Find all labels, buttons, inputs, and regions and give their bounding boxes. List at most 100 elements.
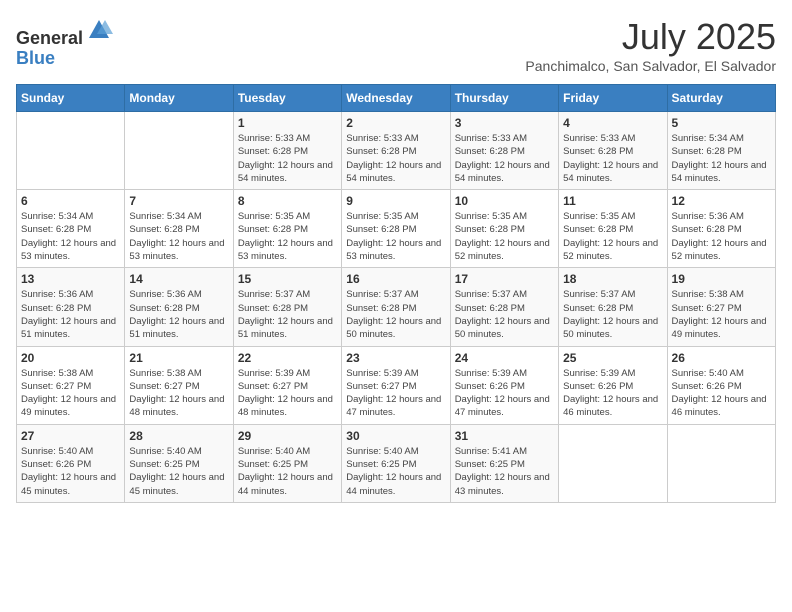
- calendar-cell: 30 Sunrise: 5:40 AM Sunset: 6:25 PM Dayli…: [342, 424, 450, 502]
- day-number: 28: [129, 429, 228, 443]
- calendar-cell: 13Sunrise: 5:36 AM Sunset: 6:28 PM Dayli…: [17, 268, 125, 346]
- calendar-cell: 2 Sunrise: 5:33 AM Sunset: 6:28 PM Daylig…: [342, 112, 450, 190]
- calendar-cell: 29 Sunrise: 5:40 AM Sunset: 6:25 PM Dayli…: [233, 424, 341, 502]
- calendar-header-row: SundayMondayTuesdayWednesdayThursdayFrid…: [17, 85, 776, 112]
- day-detail: Sunrise: 5:34 AM Sunset: 6:28 PM Dayligh…: [672, 132, 771, 185]
- day-detail: Sunrise: 5:35 AM Sunset: 6:28 PM Dayligh…: [238, 210, 337, 263]
- day-detail: Sunrise: 5:39 AM Sunset: 6:26 PM Dayligh…: [563, 367, 662, 420]
- calendar-cell: 12Sunrise: 5:36 AM Sunset: 6:28 PM Dayli…: [667, 190, 775, 268]
- day-detail: Sunrise: 5:39 AM Sunset: 6:27 PM Dayligh…: [346, 367, 445, 420]
- day-number: 31: [455, 429, 554, 443]
- calendar-cell: 6 Sunrise: 5:34 AM Sunset: 6:28 PM Daylig…: [17, 190, 125, 268]
- calendar-cell: 23Sunrise: 5:39 AM Sunset: 6:27 PM Dayli…: [342, 346, 450, 424]
- calendar-week-row: 20 Sunrise: 5:38 AM Sunset: 6:27 PM Dayli…: [17, 346, 776, 424]
- calendar-cell: 14Sunrise: 5:36 AM Sunset: 6:28 PM Dayli…: [125, 268, 233, 346]
- calendar-header-thursday: Thursday: [450, 85, 558, 112]
- logo: General Blue: [16, 16, 113, 69]
- calendar-cell: 28 Sunrise: 5:40 AM Sunset: 6:25 PM Dayli…: [125, 424, 233, 502]
- day-number: 3: [455, 116, 554, 130]
- day-number: 30: [346, 429, 445, 443]
- calendar-header-tuesday: Tuesday: [233, 85, 341, 112]
- calendar-cell: 24Sunrise: 5:39 AM Sunset: 6:26 PM Dayli…: [450, 346, 558, 424]
- day-number: 9: [346, 194, 445, 208]
- day-detail: Sunrise: 5:41 AM Sunset: 6:25 PM Dayligh…: [455, 445, 554, 498]
- calendar-cell: 9Sunrise: 5:35 AM Sunset: 6:28 PM Daylig…: [342, 190, 450, 268]
- day-number: 22: [238, 351, 337, 365]
- calendar-cell: 31 Sunrise: 5:41 AM Sunset: 6:25 PM Dayli…: [450, 424, 558, 502]
- day-number: 20: [21, 351, 120, 365]
- calendar-cell: 17 Sunrise: 5:37 AM Sunset: 6:28 PM Dayli…: [450, 268, 558, 346]
- day-number: 29: [238, 429, 337, 443]
- day-number: 5: [672, 116, 771, 130]
- calendar-header-saturday: Saturday: [667, 85, 775, 112]
- day-number: 24: [455, 351, 554, 365]
- day-number: 7: [129, 194, 228, 208]
- calendar-cell: 19Sunrise: 5:38 AM Sunset: 6:27 PM Dayli…: [667, 268, 775, 346]
- calendar-cell: 11 Sunrise: 5:35 AM Sunset: 6:28 PM Dayli…: [559, 190, 667, 268]
- calendar-cell: 8 Sunrise: 5:35 AM Sunset: 6:28 PM Daylig…: [233, 190, 341, 268]
- calendar-header-monday: Monday: [125, 85, 233, 112]
- calendar-cell: 20 Sunrise: 5:38 AM Sunset: 6:27 PM Dayli…: [17, 346, 125, 424]
- calendar-cell: 10Sunrise: 5:35 AM Sunset: 6:28 PM Dayli…: [450, 190, 558, 268]
- day-detail: Sunrise: 5:38 AM Sunset: 6:27 PM Dayligh…: [21, 367, 120, 420]
- day-detail: Sunrise: 5:36 AM Sunset: 6:28 PM Dayligh…: [129, 288, 228, 341]
- calendar-cell: 21Sunrise: 5:38 AM Sunset: 6:27 PM Dayli…: [125, 346, 233, 424]
- day-detail: Sunrise: 5:37 AM Sunset: 6:28 PM Dayligh…: [346, 288, 445, 341]
- day-number: 2: [346, 116, 445, 130]
- day-detail: Sunrise: 5:39 AM Sunset: 6:27 PM Dayligh…: [238, 367, 337, 420]
- calendar-cell: 15 Sunrise: 5:37 AM Sunset: 6:28 PM Dayli…: [233, 268, 341, 346]
- day-detail: Sunrise: 5:40 AM Sunset: 6:25 PM Dayligh…: [238, 445, 337, 498]
- day-number: 11: [563, 194, 662, 208]
- calendar-cell: 26 Sunrise: 5:40 AM Sunset: 6:26 PM Dayli…: [667, 346, 775, 424]
- day-detail: Sunrise: 5:37 AM Sunset: 6:28 PM Dayligh…: [455, 288, 554, 341]
- day-number: 27: [21, 429, 120, 443]
- calendar-header-sunday: Sunday: [17, 85, 125, 112]
- day-detail: Sunrise: 5:36 AM Sunset: 6:28 PM Dayligh…: [21, 288, 120, 341]
- day-number: 8: [238, 194, 337, 208]
- calendar-cell: [17, 112, 125, 190]
- day-number: 4: [563, 116, 662, 130]
- calendar-header-wednesday: Wednesday: [342, 85, 450, 112]
- day-number: 16: [346, 272, 445, 286]
- day-number: 19: [672, 272, 771, 286]
- calendar-cell: 1 Sunrise: 5:33 AM Sunset: 6:28 PM Daylig…: [233, 112, 341, 190]
- day-number: 10: [455, 194, 554, 208]
- calendar-cell: 18 Sunrise: 5:37 AM Sunset: 6:28 PM Dayli…: [559, 268, 667, 346]
- calendar-cell: 16 Sunrise: 5:37 AM Sunset: 6:28 PM Dayli…: [342, 268, 450, 346]
- calendar-cell: 3 Sunrise: 5:33 AM Sunset: 6:28 PM Daylig…: [450, 112, 558, 190]
- logo-icon: [85, 16, 113, 44]
- title-area: July 2025 Panchimalco, San Salvador, El …: [525, 16, 776, 74]
- calendar-cell: 4 Sunrise: 5:33 AM Sunset: 6:28 PM Daylig…: [559, 112, 667, 190]
- day-detail: Sunrise: 5:40 AM Sunset: 6:25 PM Dayligh…: [129, 445, 228, 498]
- day-detail: Sunrise: 5:35 AM Sunset: 6:28 PM Dayligh…: [563, 210, 662, 263]
- day-detail: Sunrise: 5:37 AM Sunset: 6:28 PM Dayligh…: [238, 288, 337, 341]
- day-detail: Sunrise: 5:33 AM Sunset: 6:28 PM Dayligh…: [563, 132, 662, 185]
- day-detail: Sunrise: 5:33 AM Sunset: 6:28 PM Dayligh…: [455, 132, 554, 185]
- calendar-cell: 25 Sunrise: 5:39 AM Sunset: 6:26 PM Dayli…: [559, 346, 667, 424]
- day-detail: Sunrise: 5:36 AM Sunset: 6:28 PM Dayligh…: [672, 210, 771, 263]
- calendar-body: 1 Sunrise: 5:33 AM Sunset: 6:28 PM Daylig…: [17, 112, 776, 503]
- logo-blue: Blue: [16, 48, 55, 68]
- calendar-cell: 5 Sunrise: 5:34 AM Sunset: 6:28 PM Daylig…: [667, 112, 775, 190]
- day-detail: Sunrise: 5:40 AM Sunset: 6:25 PM Dayligh…: [346, 445, 445, 498]
- calendar-cell: 27Sunrise: 5:40 AM Sunset: 6:26 PM Dayli…: [17, 424, 125, 502]
- day-detail: Sunrise: 5:33 AM Sunset: 6:28 PM Dayligh…: [346, 132, 445, 185]
- day-detail: Sunrise: 5:33 AM Sunset: 6:28 PM Dayligh…: [238, 132, 337, 185]
- day-number: 17: [455, 272, 554, 286]
- calendar-table: SundayMondayTuesdayWednesdayThursdayFrid…: [16, 84, 776, 503]
- header: General Blue July 2025 Panchimalco, San …: [16, 16, 776, 74]
- calendar-cell: [667, 424, 775, 502]
- logo-general: General: [16, 28, 83, 48]
- day-number: 15: [238, 272, 337, 286]
- day-number: 6: [21, 194, 120, 208]
- day-number: 18: [563, 272, 662, 286]
- day-number: 1: [238, 116, 337, 130]
- day-number: 25: [563, 351, 662, 365]
- day-detail: Sunrise: 5:34 AM Sunset: 6:28 PM Dayligh…: [129, 210, 228, 263]
- day-detail: Sunrise: 5:40 AM Sunset: 6:26 PM Dayligh…: [672, 367, 771, 420]
- day-number: 26: [672, 351, 771, 365]
- day-detail: Sunrise: 5:34 AM Sunset: 6:28 PM Dayligh…: [21, 210, 120, 263]
- day-detail: Sunrise: 5:37 AM Sunset: 6:28 PM Dayligh…: [563, 288, 662, 341]
- calendar-cell: 22 Sunrise: 5:39 AM Sunset: 6:27 PM Dayli…: [233, 346, 341, 424]
- month-title: July 2025: [525, 16, 776, 58]
